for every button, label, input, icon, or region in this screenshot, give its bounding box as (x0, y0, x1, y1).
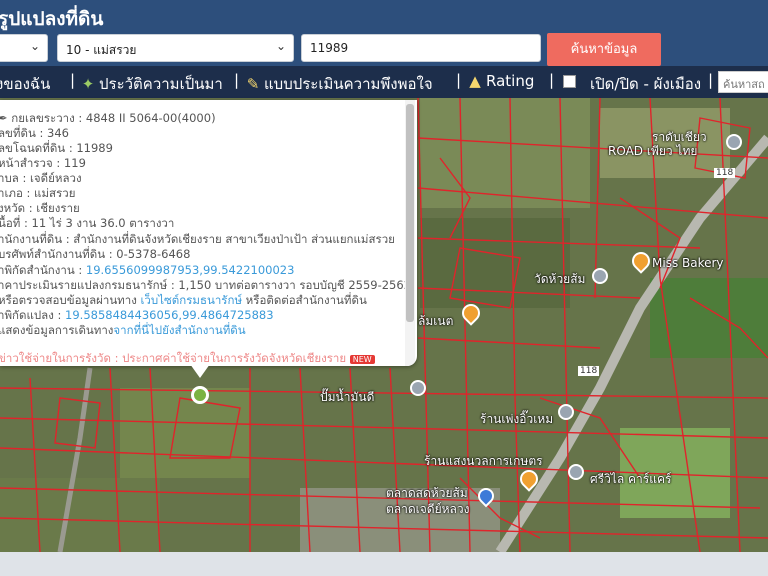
route-shield: 118 (714, 168, 736, 178)
app-root: รูปแปลงที่ดิน ⌄ 10 - แม่สรวย ⌄ 11989 ค้น… (0, 0, 768, 576)
info-text: ข่าวใช้จ่ายในการรังวัด : ประกาศค่าใช้จ่า… (0, 351, 347, 365)
clipboard-icon: ✎ (246, 75, 260, 93)
zoning-toggle-label: เปิด/ปิด - ผังเมือง (590, 75, 702, 93)
map-place-label: ร้านเพ่งอิ๊วเหม (480, 412, 554, 426)
parcel-info-popup: ✒ กยเลขระวาง : 4848 II 5064-00(4000) ลขท… (0, 100, 417, 366)
office-coords-link[interactable]: 19.6556099987953,99.5422100023 (86, 263, 295, 277)
directions-link[interactable]: จากที่นี่ไปยังสำนักงานที่ดิน (113, 323, 245, 337)
new-badge: NEW (349, 355, 375, 364)
district-value: 10 - แม่สรวย (66, 43, 137, 57)
info-label: แสดงข้อมูลการเดินทาง (0, 323, 114, 337)
place-search-placeholder: ค้นหาสถ (723, 78, 765, 91)
menu-separator: | (549, 71, 555, 89)
popup-scrollbar-thumb[interactable] (406, 104, 414, 322)
map-place-label: ROAD เพียว ไทย (608, 144, 698, 158)
menu-item-label: งของฉัน (0, 75, 51, 93)
map-place-label: ตลาดเจดีย์หลวง (386, 502, 470, 516)
info-label: ำพิกัดแปลง : (0, 308, 66, 322)
chevron-down-icon: ⌄ (29, 39, 40, 53)
shop-marker-icon[interactable] (558, 404, 574, 420)
temple-marker-icon[interactable] (592, 268, 608, 284)
menu-item-label: Rating (486, 72, 535, 90)
place-search-input[interactable]: ค้นหาสถ (718, 71, 768, 93)
deed-number-value: 11989 (310, 41, 349, 55)
deed-number-input[interactable]: 11989 (301, 34, 541, 62)
province-select[interactable]: ⌄ (0, 34, 48, 62)
info-row-directions: แสดงข้อมูลการเดินทางจากที่นี่ไปยังสำนักง… (0, 322, 246, 340)
menu-separator: | (456, 71, 462, 89)
zoning-toggle-checkbox[interactable] (563, 75, 576, 88)
fuel-marker-icon[interactable] (410, 380, 426, 396)
info-label: ำพิกัดสำนักงาน : (0, 263, 86, 277)
menu-bar: งของฉัน | ✦ ประวัติความเป็นมา | ✎ แบบประเม… (0, 66, 768, 98)
menu-separator: | (70, 71, 76, 89)
search-button[interactable]: ค้นหาข้อมูล (547, 33, 661, 66)
landmark-marker-icon[interactable] (726, 134, 742, 150)
app-title: รูปแปลงที่ดิน (0, 8, 104, 30)
district-select[interactable]: 10 - แม่สรวย ⌄ (57, 34, 294, 62)
map-place-label: ร้านแสงนวลการเกษตร (424, 454, 543, 468)
map-place-label: ล้มเนต (418, 314, 454, 328)
route-shield: 118 (578, 366, 600, 376)
parcel-location-marker-icon[interactable] (191, 386, 209, 404)
menu-item-survey[interactable]: ✎ แบบประเมินความพึงพอใจ (245, 72, 433, 96)
info-text: กยเลขระวาง : 4848 II 5064-00(4000) (11, 111, 216, 125)
sprout-icon: ✦ (81, 75, 95, 93)
pencil-icon: ✒ (0, 111, 8, 125)
map-place-label: วัดห้วยส้ม (534, 272, 586, 286)
menu-item-my-land[interactable]: งของฉัน (0, 72, 50, 96)
menu-item-rating[interactable]: ▲ Rating (467, 72, 534, 90)
info-text: หรือติดต่อสำนักงานที่ดิน (242, 293, 367, 307)
menu-separator: | (708, 71, 714, 89)
treasury-website-link[interactable]: เว็บไซต์กรมธนารักษ์ (141, 293, 243, 307)
map-place-label: ปั๊มน้ำมันดี (320, 390, 375, 404)
chart-icon: ▲ (469, 72, 481, 90)
menu-separator: | (234, 71, 240, 89)
popup-pointer (190, 364, 210, 378)
top-header: รูปแปลงที่ดิน ⌄ 10 - แม่สรวย ⌄ 11989 ค้น… (0, 0, 768, 70)
parcel-coords-link[interactable]: 19.5858484436056,99.4864725883 (65, 308, 274, 322)
info-row-survey-fee: ข่าวใช้จ่ายในการรังวัด : ประกาศค่าใช้จ่า… (0, 350, 375, 366)
menu-item-label: ประวัติความเป็นมา (99, 75, 223, 93)
shop-marker-icon[interactable] (568, 464, 584, 480)
info-label: หรือตรวจสอบข้อมูลผ่านทาง (0, 293, 141, 307)
map-place-label: Miss Bakery (652, 256, 724, 270)
menu-item-label: แบบประเมินความพึงพอใจ (264, 75, 433, 93)
chevron-down-icon: ⌄ (275, 39, 286, 53)
bottom-strip (0, 552, 768, 576)
menu-item-history[interactable]: ✦ ประวัติความเป็นมา (80, 72, 223, 96)
map-place-label: ศรีวิไล คาร์แคร์ (590, 472, 672, 486)
